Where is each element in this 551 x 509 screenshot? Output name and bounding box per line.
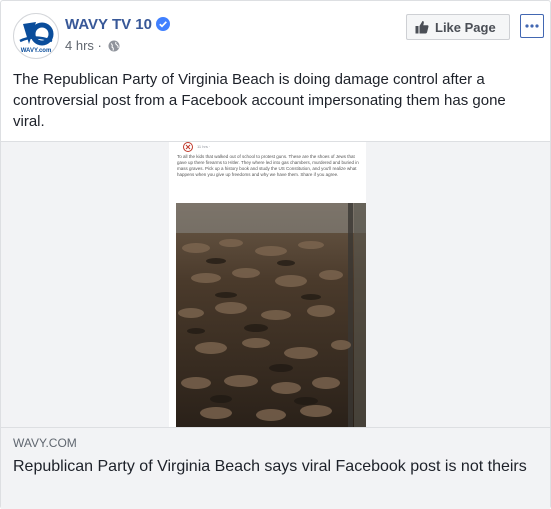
page-name-link[interactable]: WAVY TV 10 [65, 16, 152, 33]
page-name-line: WAVY TV 10 [65, 16, 170, 33]
meta-separator: · [97, 38, 102, 53]
shared-post-avatar-icon [183, 142, 193, 152]
post-card: WAVY.com WAVY TV 10 4 hrs · Like Page Th… [0, 0, 551, 509]
shoes-photo [176, 203, 366, 428]
thumbs-up-icon [415, 20, 429, 34]
post-meta: 4 hrs · [65, 38, 120, 53]
post-header: WAVY.com WAVY TV 10 4 hrs · Like Page [13, 13, 544, 59]
link-domain: WAVY.COM [13, 436, 77, 450]
link-title[interactable]: Republican Party of Virginia Beach says … [13, 457, 538, 477]
embedded-screenshot: 11 hrs · To all the kids that walked out… [169, 142, 366, 428]
shared-post-time: 11 hrs · [197, 144, 211, 149]
page-avatar[interactable]: WAVY.com [13, 13, 59, 59]
link-preview[interactable]: WAVY.COM Republican Party of Virginia Be… [1, 427, 550, 509]
wavy-logo-icon: WAVY.com [19, 22, 54, 54]
verified-badge-icon [155, 17, 170, 31]
more-options-button[interactable] [520, 14, 544, 38]
globe-icon [108, 40, 119, 52]
shared-post-caption: To all the kids that walked out of schoo… [177, 154, 359, 177]
post-image[interactable]: 11 hrs · To all the kids that walked out… [1, 141, 550, 428]
post-timestamp[interactable]: 4 hrs [65, 38, 94, 53]
post-text: The Republican Party of Virginia Beach i… [13, 71, 506, 130]
avatar-logo-text: WAVY.com [21, 48, 52, 54]
more-options-icon [525, 24, 539, 28]
like-page-label: Like Page [435, 19, 496, 35]
like-page-button[interactable]: Like Page [406, 14, 510, 40]
